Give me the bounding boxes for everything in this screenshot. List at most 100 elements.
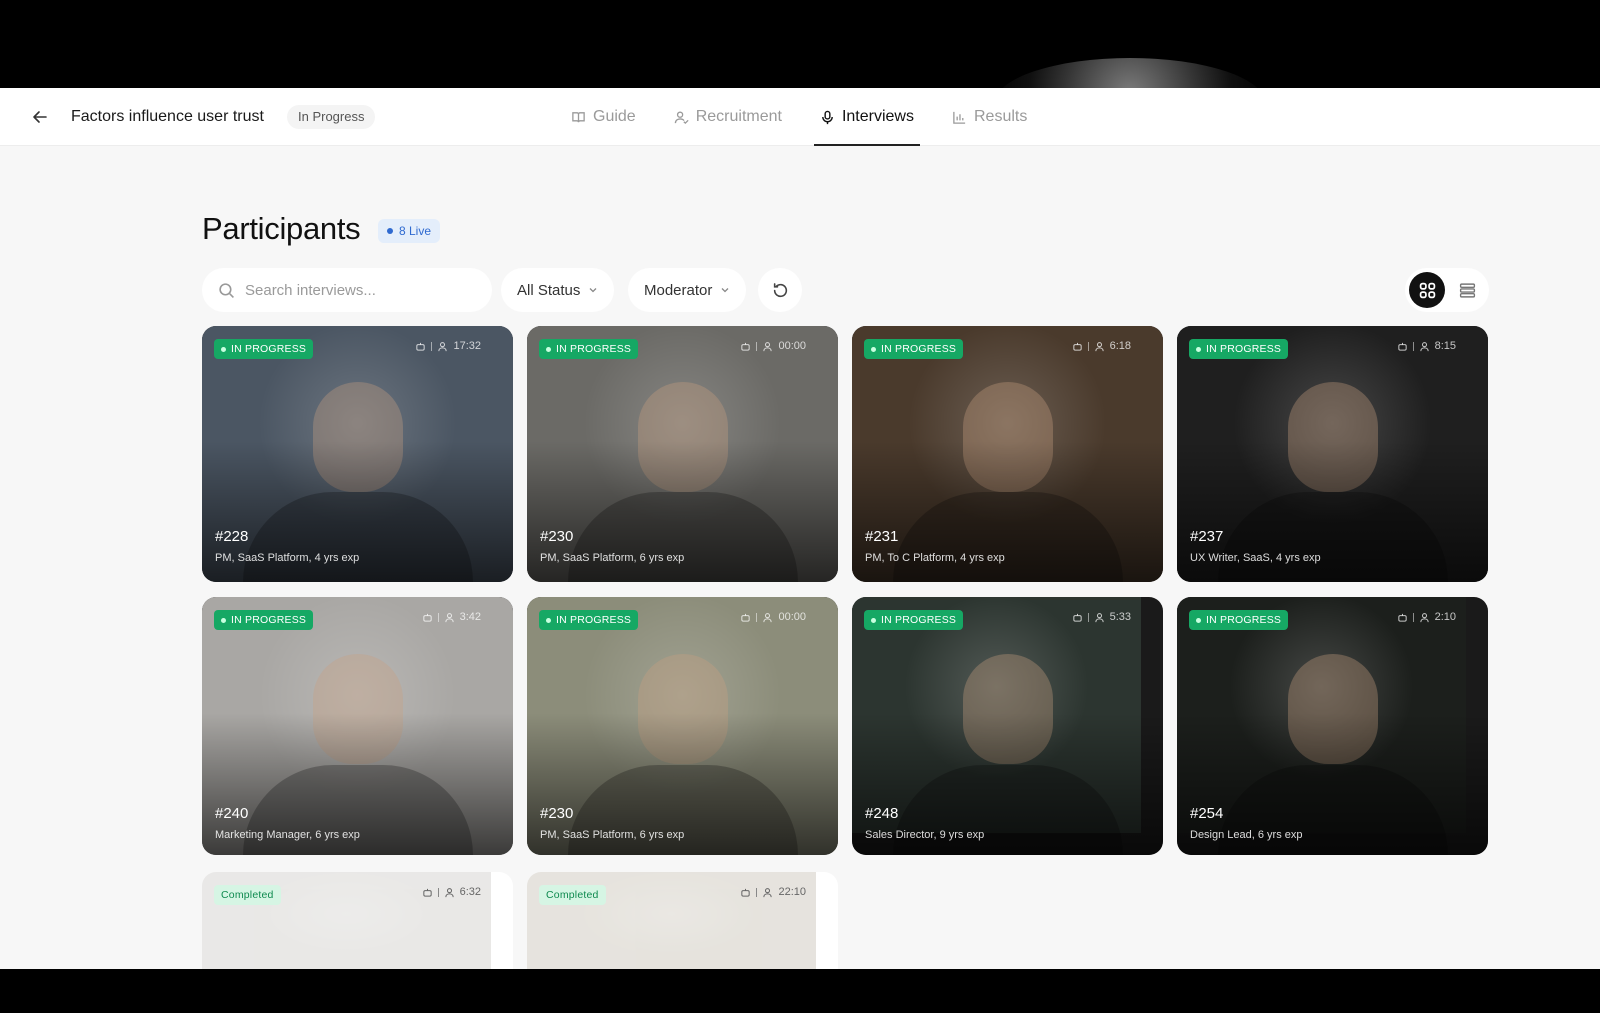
card-gradient-overlay — [852, 597, 1163, 855]
participant-card[interactable]: IN PROGRESS 00:00 #230 PM, SaaS Platform, 6… — [527, 597, 838, 855]
interview-duration: 6:18 — [1109, 340, 1131, 352]
participant-card[interactable]: IN PROGRESS 17:32 #228 PM, SaaS Platform, 4… — [202, 326, 513, 582]
status-badge: IN PROGRESS — [539, 610, 639, 630]
status-badge-label: IN PROGRESS — [556, 343, 632, 355]
participant-card[interactable]: IN PROGRESS 2:10 #254 Design Lead, 6 yrs ex… — [1177, 597, 1488, 855]
card-meta: 5:33 — [1072, 611, 1131, 623]
person-icon — [444, 887, 454, 897]
tab-guide-label: Guide — [593, 108, 636, 125]
status-badge-label: IN PROGRESS — [556, 614, 632, 626]
robot-icon — [1397, 613, 1407, 622]
meta-separator — [437, 887, 439, 897]
card-meta: 00:00 — [740, 611, 806, 623]
interview-duration: 00:00 — [778, 611, 806, 623]
status-badge: IN PROGRESS — [214, 610, 314, 630]
card-meta: 6:32 — [422, 886, 481, 898]
person-icon — [763, 612, 773, 622]
status-dot-icon — [221, 346, 226, 352]
robot-icon — [422, 613, 432, 622]
refresh-icon — [773, 282, 787, 297]
back-arrow-icon[interactable] — [28, 105, 52, 129]
participant-description: PM, SaaS Platform, 6 yrs exp — [540, 552, 685, 564]
meta-separator — [756, 887, 758, 897]
live-count-badge: 8 Live — [378, 219, 441, 243]
list-view-button[interactable] — [1449, 272, 1485, 308]
status-badge-label: IN PROGRESS — [231, 343, 307, 355]
robot-icon — [422, 888, 432, 897]
tab-guide[interactable]: Guide — [568, 88, 639, 146]
participant-description: Sales Director, 9 yrs exp — [865, 829, 985, 841]
status-badge: Completed — [539, 885, 606, 905]
tab-interviews-label: Interviews — [841, 108, 914, 125]
participant-id: #254 — [1190, 805, 1224, 822]
participant-card[interactable]: Completed 6:32 — [202, 872, 513, 969]
status-filter-dropdown[interactable]: All Status — [501, 268, 615, 312]
project-status-badge: In Progress — [287, 105, 376, 129]
person-icon — [763, 887, 773, 897]
status-filter-label: All Status — [517, 281, 581, 299]
card-gradient-overlay — [852, 326, 1163, 582]
refresh-button[interactable] — [758, 268, 802, 312]
grid-view-button[interactable] — [1409, 272, 1445, 308]
search-input[interactable] — [245, 281, 465, 299]
project-title: Factors influence user trust — [71, 108, 264, 125]
meta-separator — [1087, 341, 1089, 351]
list-icon — [1459, 282, 1475, 298]
participant-card[interactable]: IN PROGRESS 5:33 #248 Sales Director, 9 yrs… — [852, 597, 1163, 855]
status-dot-icon — [221, 617, 226, 623]
participant-card[interactable]: IN PROGRESS 8:15 #237 UX Writer, SaaS, 4 yr… — [1177, 326, 1488, 582]
status-dot-icon — [546, 346, 551, 352]
interview-duration: 00:00 — [778, 340, 806, 352]
participant-card[interactable]: Completed 22:10 — [527, 872, 838, 969]
card-meta: 17:32 — [415, 340, 481, 352]
status-badge: IN PROGRESS — [539, 339, 639, 359]
status-dot-icon — [1196, 346, 1201, 352]
card-meta: 6:18 — [1072, 340, 1131, 352]
tab-results[interactable]: Results — [949, 88, 1030, 146]
chevron-down-icon — [589, 288, 597, 293]
participant-description: Marketing Manager, 6 yrs exp — [215, 829, 360, 841]
card-meta: 3:42 — [422, 611, 481, 623]
tab-recruitment[interactable]: Recruitment — [671, 88, 785, 146]
screen-bottom-bezel — [0, 969, 1600, 1013]
search-icon — [219, 282, 234, 298]
participant-card[interactable]: IN PROGRESS 6:18 #231 PM, To C Platform, 4 … — [852, 326, 1163, 582]
participant-description: Design Lead, 6 yrs exp — [1190, 829, 1303, 841]
participant-description: PM, To C Platform, 4 yrs exp — [865, 552, 1005, 564]
robot-icon — [741, 613, 751, 622]
participant-description: UX Writer, SaaS, 4 yrs exp — [1190, 552, 1321, 564]
status-badge: IN PROGRESS — [1189, 339, 1289, 359]
search-box[interactable] — [202, 268, 492, 312]
meta-separator — [756, 612, 758, 622]
page-title: Participants — [202, 211, 361, 246]
status-badge-label: Completed — [546, 889, 599, 901]
person-icon — [1419, 612, 1429, 622]
status-badge-label: IN PROGRESS — [881, 614, 957, 626]
status-badge-label: IN PROGRESS — [231, 614, 307, 626]
microphone-icon — [822, 110, 833, 124]
participant-id: #230 — [540, 805, 574, 822]
participant-id: #231 — [865, 528, 899, 545]
person-icon — [438, 341, 448, 351]
card-gradient-overlay — [527, 326, 838, 582]
interview-duration: 2:10 — [1434, 611, 1456, 623]
person-icon — [763, 341, 773, 351]
interview-duration: 17:32 — [453, 340, 481, 352]
participant-card[interactable]: IN PROGRESS 3:42 #240 Marketing Manager, 6 … — [202, 597, 513, 855]
interview-duration: 6:32 — [459, 886, 481, 898]
card-gradient-overlay — [1177, 326, 1488, 582]
participant-card[interactable]: IN PROGRESS 00:00 #230 PM, SaaS Platform, 6… — [527, 326, 838, 582]
meta-separator — [1412, 612, 1414, 622]
participant-description: PM, SaaS Platform, 6 yrs exp — [540, 829, 685, 841]
tab-recruitment-label: Recruitment — [695, 108, 782, 125]
status-dot-icon — [871, 346, 876, 352]
tab-interviews[interactable]: Interviews — [813, 88, 921, 146]
card-gradient-overlay — [527, 597, 838, 855]
participant-id: #230 — [540, 528, 574, 545]
person-icon — [444, 612, 454, 622]
moderator-filter-dropdown[interactable]: Moderator — [628, 268, 747, 312]
participant-description: PM, SaaS Platform, 4 yrs exp — [215, 552, 360, 564]
webcam-notch-image — [995, 58, 1265, 88]
card-meta: 22:10 — [740, 886, 806, 898]
meta-separator — [756, 341, 758, 351]
